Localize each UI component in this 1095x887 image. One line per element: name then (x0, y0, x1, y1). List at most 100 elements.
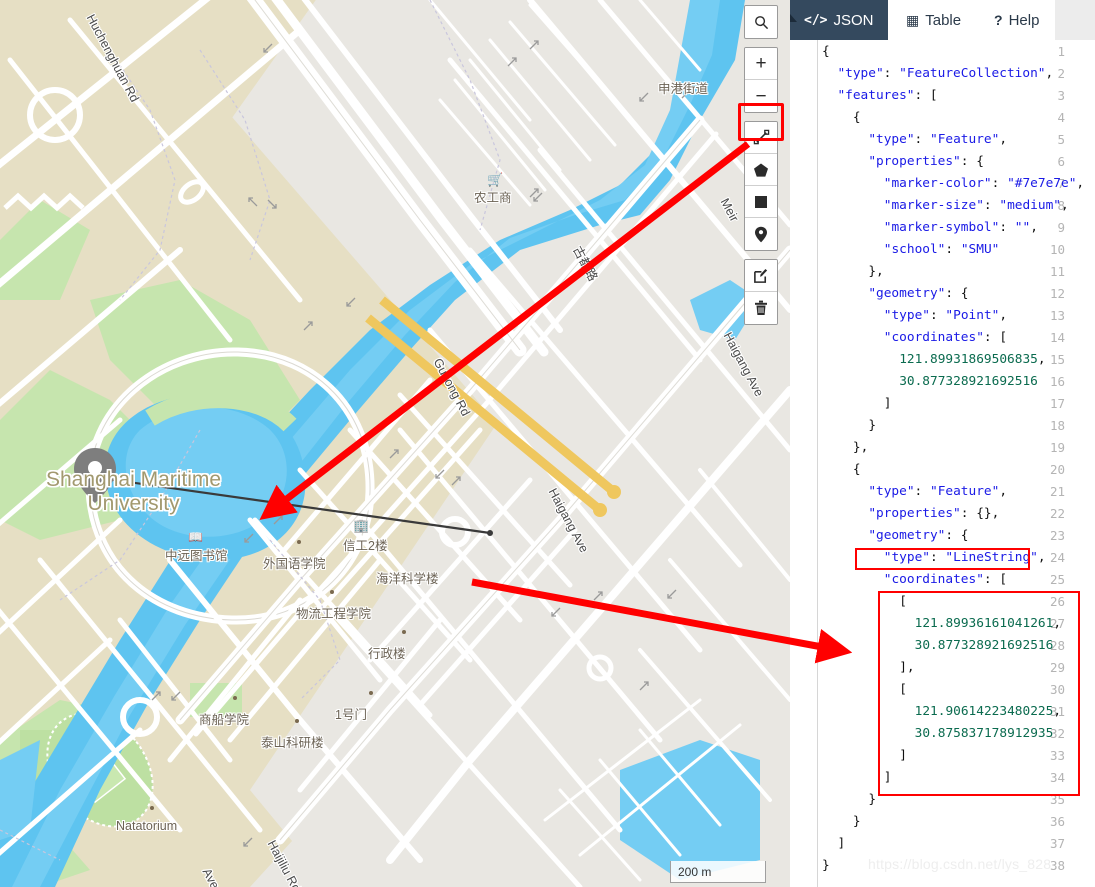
edit-icon[interactable] (745, 260, 777, 292)
line-number: 25 (1049, 572, 1065, 587)
code-line[interactable]: 121.89931869506835, (822, 352, 1045, 367)
search-icon[interactable] (745, 6, 777, 38)
code-line[interactable]: } (822, 858, 830, 873)
line-number: 33 (1049, 748, 1065, 763)
map-edit-group[interactable] (744, 259, 778, 325)
code-line[interactable]: "marker-color": "#7e7e7e", (822, 176, 1084, 191)
code-line[interactable]: "coordinates": [ (822, 330, 1007, 345)
code-line[interactable]: ] (822, 396, 892, 411)
code-line[interactable]: { (822, 462, 861, 477)
tab-help-label: Help (1008, 11, 1040, 29)
trash-icon[interactable] (745, 292, 777, 324)
line-number: 22 (1049, 506, 1065, 521)
map-scale-bar: 200 m (670, 861, 766, 883)
building-icon: 🏢 (353, 518, 370, 533)
grid-icon: ▦ (906, 12, 920, 28)
tab-json[interactable]: </> JSON (790, 0, 888, 40)
line-number: 9 (1057, 220, 1065, 235)
poi-dot (402, 630, 406, 634)
code-line[interactable]: { (822, 110, 861, 125)
code-line[interactable]: } (822, 792, 876, 807)
code-line[interactable]: 121.90614223480225, (822, 704, 1061, 719)
code-icon: </> (804, 12, 828, 28)
code-line[interactable]: ] (822, 770, 892, 785)
line-number: 34 (1049, 770, 1065, 785)
code-line[interactable]: ] (822, 748, 907, 763)
poi-dot (233, 696, 237, 700)
code-line[interactable]: 30.877328921692516 (822, 374, 1038, 389)
code-line[interactable]: "type": "LineString", (822, 550, 1046, 565)
code-line[interactable]: 30.875837178912935 (822, 726, 1054, 741)
poi-dot (150, 806, 154, 810)
tab-help[interactable]: ? Help (980, 0, 1053, 40)
code-line[interactable]: "type": "Feature", (822, 132, 1007, 147)
line-number: 6 (1057, 154, 1065, 169)
editor-gutter (790, 40, 818, 887)
rectangle-icon[interactable] (745, 186, 777, 218)
line-number: 30 (1049, 682, 1065, 697)
map-search-group[interactable] (744, 5, 778, 39)
panel-tabbar[interactable]: </> JSON ▦ Table ? Help (790, 0, 1095, 40)
code-line[interactable]: ] (822, 836, 845, 851)
line-number: 26 (1049, 594, 1065, 609)
polygon-icon[interactable] (745, 154, 777, 186)
code-line[interactable]: "type": "Point", (822, 308, 1007, 323)
code-line[interactable]: ], (822, 660, 914, 675)
line-number: 10 (1049, 242, 1065, 257)
code-line[interactable]: "type": "FeatureCollection", (822, 66, 1053, 81)
code-line[interactable]: }, (822, 440, 868, 455)
code-line[interactable]: { (822, 44, 830, 59)
map-pane[interactable]: 🛒 📖 🏢 Shanghai Maritime University Huche… (0, 0, 790, 887)
tab-table-label: Table (925, 11, 962, 29)
line-number: 4 (1057, 110, 1065, 125)
code-line[interactable]: [ (822, 682, 907, 697)
code-line[interactable]: "features": [ (822, 88, 937, 103)
poi-dot (295, 719, 299, 723)
watermark-text: https://blog.csdn.net/lys_828 (868, 856, 1052, 872)
tabbar-filler (1055, 0, 1095, 40)
code-line[interactable]: }, (822, 264, 883, 279)
line-number: 11 (1049, 264, 1065, 279)
line-number: 21 (1049, 484, 1065, 499)
line-number: 19 (1049, 440, 1065, 455)
polyline-icon[interactable] (745, 122, 777, 154)
line-number: 13 (1049, 308, 1065, 323)
json-editor[interactable]: 1{2 "type": "FeatureCollection", 3 "featu… (790, 40, 1095, 887)
line-number: 36 (1049, 814, 1065, 829)
tab-table[interactable]: ▦ Table (892, 0, 975, 40)
code-line[interactable]: } (822, 418, 876, 433)
json-panel[interactable]: </> JSON ▦ Table ? Help 1{2 "type": "Fea… (790, 0, 1095, 887)
marker-icon[interactable] (745, 218, 777, 250)
zoom-in-button[interactable]: + (745, 48, 777, 80)
map-zoom-group[interactable]: + − (744, 47, 778, 113)
zoom-out-button[interactable]: − (745, 80, 777, 112)
code-line[interactable]: [ (822, 594, 907, 609)
line-number: 12 (1049, 286, 1065, 301)
code-line[interactable]: "marker-size": "medium", (822, 198, 1069, 213)
code-line[interactable]: "properties": { (822, 154, 984, 169)
code-line[interactable]: "type": "Feature", (822, 484, 1007, 499)
map-canvas (0, 0, 790, 887)
line-number: 20 (1049, 462, 1065, 477)
poi-dot (330, 590, 334, 594)
line-number: 37 (1049, 836, 1065, 851)
code-line[interactable]: "school": "SMU" (822, 242, 1000, 257)
code-line[interactable]: "marker-symbol": "", (822, 220, 1038, 235)
code-line[interactable]: } (822, 814, 861, 829)
line-number: 16 (1049, 374, 1065, 389)
code-line[interactable]: "properties": {}, (822, 506, 999, 521)
library-icon: 📖 (188, 530, 203, 544)
line-number: 35 (1049, 792, 1065, 807)
code-line[interactable]: "geometry": { (822, 528, 968, 543)
map-draw-group[interactable] (744, 121, 778, 251)
line-number: 18 (1049, 418, 1065, 433)
question-icon: ? (994, 12, 1003, 28)
code-line[interactable]: 30.877328921692516 (822, 638, 1054, 653)
code-line[interactable]: 121.89936161041261, (822, 616, 1061, 631)
line-number: 3 (1057, 88, 1065, 103)
map-toolbar[interactable]: + − (744, 5, 778, 325)
code-line[interactable]: "coordinates": [ (822, 572, 1007, 587)
code-line[interactable]: "geometry": { (822, 286, 968, 301)
zoom-in-label: + (755, 53, 767, 74)
collapse-arrow-icon[interactable] (790, 14, 797, 22)
